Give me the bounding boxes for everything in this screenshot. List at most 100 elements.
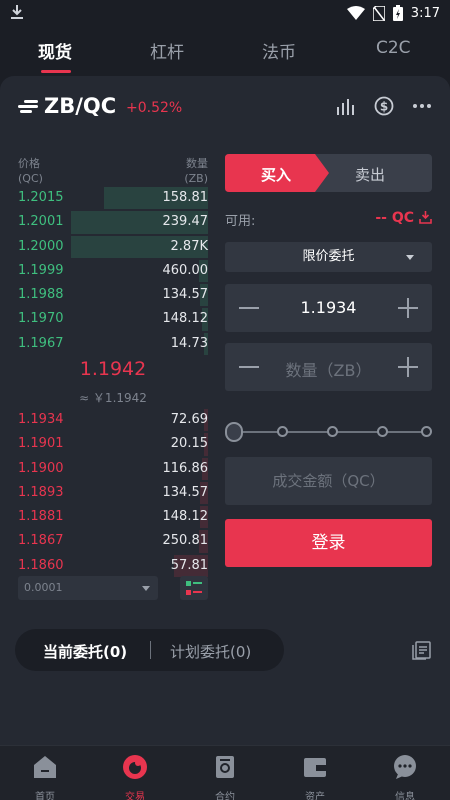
nav-trade[interactable]: 交易 xyxy=(105,754,165,800)
row-qty: 14.73 xyxy=(170,335,208,351)
row-price: 1.1967 xyxy=(18,335,64,351)
active-tab-indicator xyxy=(41,70,71,73)
tab-sell-label[interactable]: 卖出 xyxy=(355,164,385,185)
ask-row[interactable]: 1.1900 116.86 xyxy=(18,457,208,481)
nav-contract-label: 合约 xyxy=(215,792,235,800)
market-type-tabs: 现货 杠杆 法币 C2C xyxy=(0,26,450,76)
order-history-icon[interactable] xyxy=(412,640,432,660)
row-qty: 239.47 xyxy=(162,214,209,230)
row-price: 1.2001 xyxy=(18,214,64,230)
slider-mark-100[interactable] xyxy=(421,426,432,437)
tab-fiat[interactable]: 法币 xyxy=(262,38,296,63)
trade-icon xyxy=(123,755,147,779)
message-icon xyxy=(394,755,416,779)
row-price: 1.1881 xyxy=(18,509,64,525)
depth-precision-select[interactable]: 0.0001 xyxy=(18,576,158,600)
row-price: 1.2000 xyxy=(18,238,64,254)
bid-row[interactable]: 1.1967 14.73 xyxy=(18,332,208,356)
available-label: 可用: xyxy=(225,214,256,229)
tab-buy[interactable]: 买入 xyxy=(261,164,291,185)
slider-mark-50[interactable] xyxy=(327,426,338,437)
status-time: 3:17 xyxy=(410,5,440,21)
depth-precision-value: 0.0001 xyxy=(24,581,63,594)
bottom-nav: 首页 交易 合约 资产 信息 xyxy=(0,745,450,800)
row-price: 1.1999 xyxy=(18,262,64,278)
nav-messages-label: 信息 xyxy=(395,792,415,800)
kline-chart-icon[interactable] xyxy=(336,97,356,115)
ask-row[interactable]: 1.1881 148.12 xyxy=(18,505,208,529)
nav-assets[interactable]: 资产 xyxy=(285,754,345,800)
tab-c2c[interactable]: C2C xyxy=(376,38,411,58)
nav-assets-label: 资产 xyxy=(305,792,325,800)
row-price: 1.1860 xyxy=(18,557,64,573)
row-qty: 148.12 xyxy=(162,311,209,327)
ask-row[interactable]: 1.1893 134.57 xyxy=(18,481,208,505)
dollar-icon[interactable]: $ xyxy=(374,96,394,116)
slider-handle[interactable] xyxy=(225,422,243,442)
amount-percentage-slider[interactable] xyxy=(225,420,432,444)
ask-row[interactable]: 1.1901 20.15 xyxy=(18,432,208,456)
bid-row[interactable]: 1.1988 134.57 xyxy=(18,283,208,307)
row-price: 1.1867 xyxy=(18,533,64,549)
row-qty: 116.86 xyxy=(162,460,209,476)
ask-list: 1.1934 72.69 1.1901 20.15 1.1900 116.86 1.1893… xyxy=(18,408,208,578)
pair-change: +0.52% xyxy=(126,100,183,116)
price-unit: (QC) xyxy=(18,172,43,185)
price-decrease-button[interactable] xyxy=(239,307,259,309)
total-input[interactable]: 成交金额（QC） xyxy=(225,457,432,505)
nav-contract[interactable]: 合约 xyxy=(195,754,255,800)
nav-home-label: 首页 xyxy=(35,792,55,800)
more-icon[interactable] xyxy=(412,103,432,109)
bid-row[interactable]: 1.2000 2.87K xyxy=(18,235,208,259)
tab-current-orders[interactable]: 当前委托(0) xyxy=(43,641,127,662)
bid-list: 1.2015 158.81 1.2001 239.47 1.2000 2.87K 1.199… xyxy=(18,186,208,356)
price-input[interactable]: 1.1934 xyxy=(269,298,388,317)
pair-bar: ZB/QC +0.52% $ xyxy=(0,76,450,136)
slider-mark-25[interactable] xyxy=(277,426,288,437)
orders-tabs: 当前委托(0) 计划委托(0) xyxy=(15,629,284,671)
amount-decrease-button[interactable] xyxy=(239,366,259,368)
buy-sell-switch: 买入 卖出 xyxy=(225,154,432,192)
row-price: 1.1934 xyxy=(18,412,64,427)
row-qty: 134.57 xyxy=(162,484,209,500)
tab-margin[interactable]: 杠杆 xyxy=(150,38,184,63)
row-qty: 20.15 xyxy=(170,436,208,452)
order-type-select[interactable]: 限价委托 xyxy=(225,242,432,272)
nav-trade-label: 交易 xyxy=(125,792,145,800)
bid-row[interactable]: 1.2001 239.47 xyxy=(18,210,208,234)
last-price[interactable]: 1.1942 xyxy=(18,358,208,380)
row-price: 1.1900 xyxy=(18,460,64,476)
row-price: 1.1970 xyxy=(18,311,64,327)
status-bar: 3:17 xyxy=(0,0,450,26)
slider-mark-75[interactable] xyxy=(377,426,388,437)
tab-spot[interactable]: 现货 xyxy=(38,38,72,63)
row-price: 1.1893 xyxy=(18,484,64,500)
deposit-icon[interactable] xyxy=(419,210,432,224)
ask-row[interactable]: 1.1934 72.69 xyxy=(18,408,208,432)
pair-menu-icon[interactable] xyxy=(18,100,40,114)
login-button[interactable]: 登录 xyxy=(225,519,432,567)
row-price: 1.1988 xyxy=(18,287,64,303)
row-price: 1.1901 xyxy=(18,436,64,452)
pair-name[interactable]: ZB/QC xyxy=(44,94,116,118)
amount-input[interactable]: 数量（ZB） xyxy=(269,357,388,381)
ask-row[interactable]: 1.1867 250.81 xyxy=(18,529,208,553)
tab-divider xyxy=(150,641,151,659)
tab-planned-orders[interactable]: 计划委托(0) xyxy=(170,641,251,662)
row-qty: 134.57 xyxy=(162,287,209,303)
home-icon xyxy=(34,756,56,778)
price-stepper: 1.1934 xyxy=(225,284,432,332)
ask-row[interactable]: 1.1860 57.81 xyxy=(18,554,208,578)
bid-row[interactable]: 1.1999 460.00 xyxy=(18,259,208,283)
row-qty: 57.81 xyxy=(170,557,208,573)
row-qty: 148.12 xyxy=(162,509,209,525)
available-value: -- QC xyxy=(375,210,414,226)
bid-row[interactable]: 1.2015 158.81 xyxy=(18,186,208,210)
bid-row[interactable]: 1.1970 148.12 xyxy=(18,307,208,331)
depth-mode-toggle[interactable] xyxy=(180,576,208,600)
amount-stepper: 数量（ZB） xyxy=(225,343,432,391)
nav-home[interactable]: 首页 xyxy=(15,754,75,800)
chevron-down-icon xyxy=(406,255,414,260)
nav-messages[interactable]: 信息 xyxy=(375,754,435,800)
last-price-cny: ≈ ￥1.1942 xyxy=(79,391,147,405)
